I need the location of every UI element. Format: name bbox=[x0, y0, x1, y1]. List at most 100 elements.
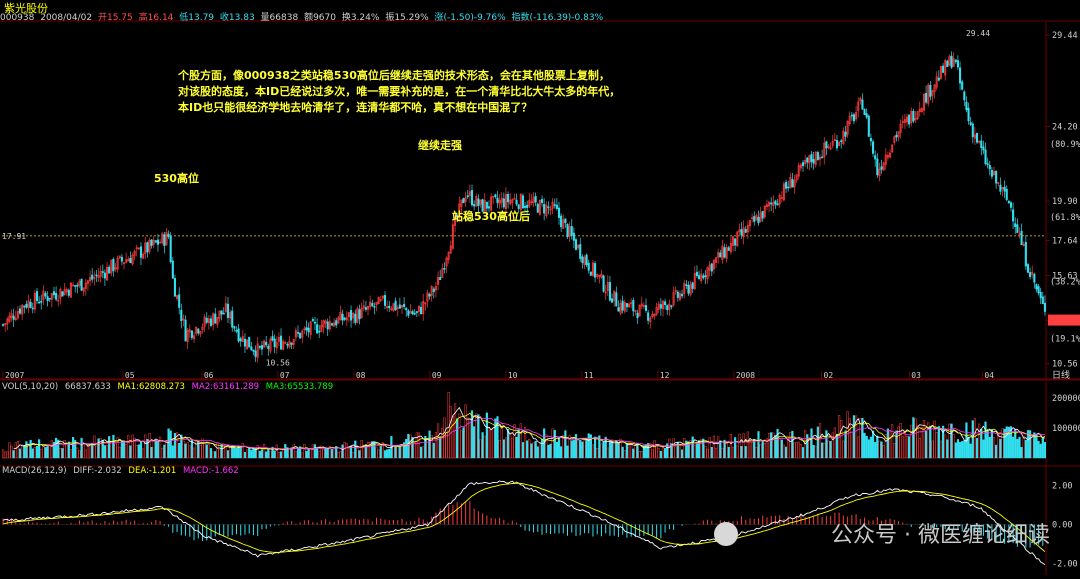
candle-body bbox=[625, 303, 628, 308]
volume-bar bbox=[311, 444, 314, 459]
volume-bar bbox=[443, 417, 446, 459]
candle-body bbox=[942, 65, 945, 73]
candle-body bbox=[311, 319, 314, 322]
price-tick-label: 19.90 bbox=[1052, 197, 1078, 207]
candle-body bbox=[101, 271, 104, 273]
volume-bar bbox=[602, 441, 605, 459]
macd-tick-label: 2.00 bbox=[1052, 482, 1072, 492]
volume-bar bbox=[840, 420, 843, 459]
volume-bar bbox=[1035, 433, 1038, 459]
candle-body bbox=[296, 332, 300, 334]
x-tick-label: 05 bbox=[125, 371, 135, 380]
candle-body bbox=[180, 309, 183, 321]
volume-bar bbox=[644, 444, 648, 459]
candle-body bbox=[647, 312, 650, 321]
volume-bar bbox=[405, 438, 408, 459]
volume-bar bbox=[899, 423, 902, 459]
volume-bar bbox=[797, 441, 800, 459]
volume-bar bbox=[360, 440, 363, 459]
volume-bar bbox=[958, 442, 962, 459]
volume-bar bbox=[322, 448, 325, 459]
volume-bar bbox=[744, 446, 747, 459]
candle-body bbox=[305, 327, 308, 331]
candle-body bbox=[197, 328, 200, 334]
price-pct-label: (80.9%) bbox=[1050, 140, 1080, 150]
volume-bar bbox=[260, 449, 264, 459]
candle-body bbox=[925, 92, 928, 103]
candle-body bbox=[209, 318, 213, 326]
volume-bar bbox=[409, 434, 412, 459]
volume-bar bbox=[753, 439, 756, 459]
candle-body bbox=[103, 272, 106, 279]
volume-bar bbox=[901, 436, 904, 459]
candle-body bbox=[719, 252, 722, 258]
candle-body bbox=[632, 300, 635, 312]
volume-bar bbox=[780, 439, 783, 459]
volume-bar bbox=[388, 448, 391, 459]
candle-body bbox=[235, 330, 238, 332]
volume-bar bbox=[282, 448, 285, 459]
candle-body bbox=[821, 156, 824, 159]
volume-bar bbox=[498, 439, 501, 459]
candle-body bbox=[415, 311, 418, 313]
candle-body bbox=[108, 266, 111, 274]
volume-bar bbox=[214, 451, 217, 459]
volume-bar bbox=[757, 431, 760, 459]
candle-body bbox=[439, 277, 442, 281]
volume-bar bbox=[464, 404, 467, 459]
volume-bar bbox=[301, 452, 304, 459]
candle-body bbox=[55, 292, 58, 300]
candle-body bbox=[265, 341, 268, 346]
candle-body bbox=[999, 184, 1002, 192]
volume-bar bbox=[992, 437, 996, 459]
volume-bar bbox=[961, 441, 964, 459]
volume-bar bbox=[120, 440, 123, 459]
volume-bar bbox=[978, 423, 981, 459]
volume-bar bbox=[865, 435, 868, 459]
volume-bar bbox=[473, 426, 476, 459]
candle-body bbox=[982, 146, 985, 151]
candle-body bbox=[273, 338, 276, 348]
reference-line-label: 17.91 bbox=[2, 232, 26, 241]
volume-bar bbox=[511, 437, 514, 459]
volume-bar bbox=[97, 438, 100, 459]
volume-bar bbox=[908, 436, 911, 459]
candle-body bbox=[61, 291, 64, 297]
candle-body bbox=[774, 200, 777, 205]
volume-bar bbox=[197, 441, 200, 459]
volume-tick-label: 200000 bbox=[1052, 394, 1080, 404]
candle-body bbox=[757, 216, 760, 224]
candle-body bbox=[12, 315, 15, 320]
volume-bar bbox=[719, 440, 722, 459]
volume-bar bbox=[108, 436, 111, 459]
candle-body bbox=[1003, 186, 1006, 192]
volume-bar bbox=[487, 426, 491, 459]
candle-body bbox=[540, 199, 544, 203]
volume-bar bbox=[712, 435, 716, 459]
volume-bar bbox=[770, 432, 773, 459]
volume-bar bbox=[288, 448, 291, 459]
candle-body bbox=[644, 305, 648, 311]
volume-bar bbox=[551, 428, 554, 459]
volume-bar bbox=[946, 439, 949, 459]
x-axis-unit: 日线 bbox=[1052, 369, 1070, 381]
candle-body bbox=[761, 211, 764, 219]
candle-body bbox=[825, 141, 828, 149]
volume-bar bbox=[761, 440, 764, 459]
volume-bar bbox=[61, 448, 64, 459]
volume-bar bbox=[377, 449, 380, 459]
volume-bar bbox=[65, 443, 68, 459]
candle-body bbox=[25, 303, 28, 308]
macd-panel-header: MACD(26,12,9) DIFF:-2.032 DEA:-1.201 MAC… bbox=[2, 466, 243, 476]
price-tick-label: 29.44 bbox=[1052, 31, 1078, 41]
volume-bar bbox=[226, 450, 230, 459]
volume-bar bbox=[122, 440, 126, 459]
volume-bar bbox=[316, 448, 319, 459]
volume-bar bbox=[560, 446, 563, 459]
candle-body bbox=[373, 305, 376, 308]
candle-body bbox=[969, 122, 972, 125]
candle-body bbox=[581, 256, 584, 263]
candle-body bbox=[316, 324, 319, 334]
volume-bar bbox=[91, 442, 94, 459]
high-price-label: 29.44 bbox=[966, 29, 990, 38]
